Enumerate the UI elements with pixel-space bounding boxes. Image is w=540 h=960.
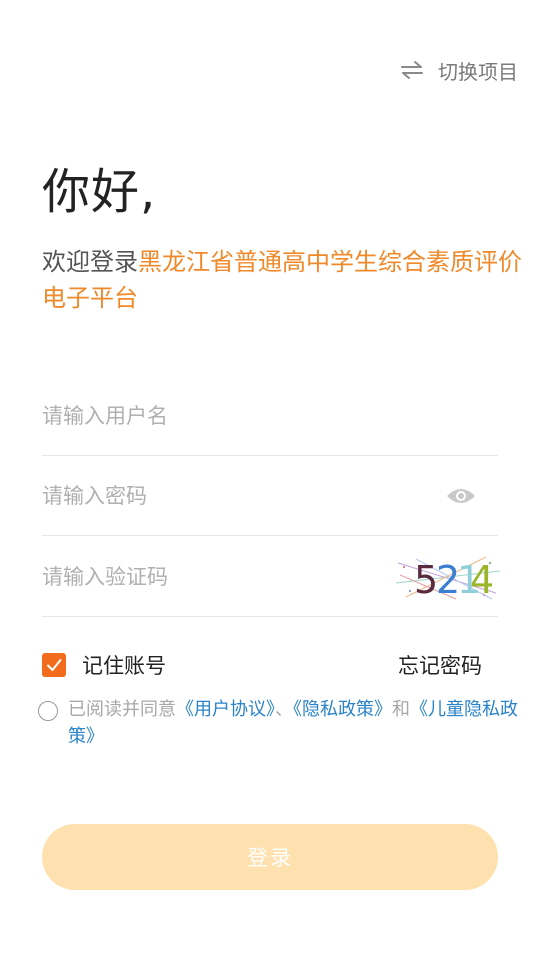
- user-agreement-link[interactable]: 《用户协议》: [176, 699, 275, 720]
- login-button[interactable]: 登录: [42, 824, 498, 890]
- svg-text:5: 5: [414, 558, 438, 601]
- agreement-row: 已阅读并同意《用户协议》、《隐私政策》和《儿童隐私政策》: [38, 696, 528, 750]
- switch-project-label: 切换项目: [438, 59, 518, 84]
- check-icon: [47, 659, 62, 671]
- privacy-policy-link[interactable]: 《隐私政策》: [293, 699, 392, 720]
- password-row: [42, 456, 498, 536]
- remember-label[interactable]: 记住账号: [82, 650, 166, 680]
- username-input[interactable]: [42, 403, 498, 428]
- password-input[interactable]: [42, 483, 446, 508]
- welcome-text: 欢迎登录黑龙江省普通高中学生综合素质评价电子平台: [42, 244, 526, 316]
- agreement-separator: 、: [275, 699, 293, 720]
- agreement-prefix: 已阅读并同意: [68, 699, 176, 720]
- remember-checkbox[interactable]: [42, 653, 66, 677]
- captcha-input[interactable]: [42, 564, 396, 589]
- svg-text:4: 4: [470, 558, 494, 601]
- welcome-prefix: 欢迎登录: [42, 248, 138, 276]
- captcha-row: 5 2 1 4: [42, 537, 500, 617]
- agreement-radio[interactable]: [38, 701, 58, 721]
- agreement-text: 已阅读并同意《用户协议》、《隐私政策》和《儿童隐私政策》: [38, 696, 528, 750]
- swap-arrows-icon: [401, 61, 423, 79]
- username-row: [42, 376, 498, 456]
- forgot-password-link[interactable]: 忘记密码: [398, 650, 482, 680]
- agreement-and: 和: [392, 699, 410, 720]
- remember-row: 记住账号 忘记密码: [42, 648, 482, 682]
- greeting-title: 你好,: [42, 164, 157, 220]
- captcha-image[interactable]: 5 2 1 4: [396, 553, 500, 601]
- eye-icon[interactable]: [446, 486, 476, 506]
- switch-project-button[interactable]: 切换项目: [400, 52, 518, 88]
